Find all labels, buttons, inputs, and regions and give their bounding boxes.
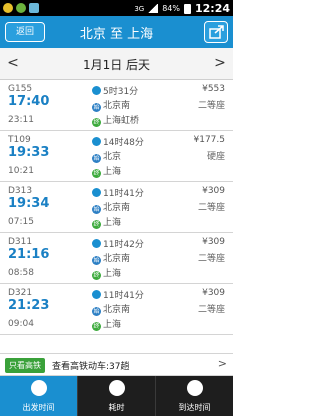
- departure-station-icon: 始: [92, 307, 101, 316]
- train-row[interactable]: T109 19:33 10:21 14时48分 始北京 终上海 ¥177.5 硬…: [0, 131, 233, 182]
- arrive-time: 23:11: [8, 115, 34, 125]
- departure-station-icon: 始: [92, 154, 101, 163]
- status-bar: 3G 84% 12:24: [0, 0, 233, 16]
- arrive-icon: [186, 380, 203, 396]
- high-speed-filter-bar[interactable]: 只看高铁 查看高铁动车:37趟 >: [0, 353, 233, 376]
- arrival-station-icon: 终: [92, 322, 101, 331]
- arrive-time: 10:21: [8, 166, 34, 176]
- high-speed-count: 查看高铁动车:37趟: [52, 362, 130, 372]
- duration: 14时48分: [103, 138, 144, 148]
- tab-duration[interactable]: 耗时: [78, 376, 156, 416]
- train-row[interactable]: D313 19:34 07:15 11时41分 始北京南 终上海 ¥309 二等…: [0, 182, 233, 233]
- from-station: 北京南: [103, 203, 131, 213]
- next-day-button[interactable]: >: [213, 55, 227, 71]
- depart-time: 19:33: [8, 145, 50, 160]
- seat-class: 硬座: [206, 152, 225, 162]
- to-station: 上海: [103, 320, 122, 330]
- duration: 5时31分: [103, 87, 139, 97]
- departure-station-icon: 始: [92, 103, 101, 112]
- arrive-time: 08:58: [8, 268, 34, 278]
- price: ¥553: [202, 84, 225, 94]
- depart-icon: [30, 380, 47, 396]
- duration: 11时41分: [103, 189, 144, 199]
- battery-icon: [183, 3, 191, 14]
- date-bar: < 1月1日 后天 >: [0, 48, 233, 80]
- train-row[interactable]: G155 17:40 23:11 5时31分 始北京南 终上海虹桥 ¥553 二…: [0, 80, 233, 131]
- departure-station-icon: 始: [92, 256, 101, 265]
- app-notification-icon: [16, 3, 26, 13]
- depart-time: 21:16: [8, 247, 50, 262]
- chevron-right-icon: >: [217, 357, 227, 370]
- clock: 12:24: [194, 2, 230, 15]
- from-station: 北京南: [103, 101, 131, 111]
- from-station: 北京南: [103, 305, 131, 315]
- train-number: T109: [8, 135, 31, 145]
- train-list: G155 17:40 23:11 5时31分 始北京南 终上海虹桥 ¥553 二…: [0, 80, 233, 335]
- train-number: D313: [8, 186, 33, 196]
- battery-percent: 84%: [162, 4, 180, 13]
- duration: 11时41分: [103, 291, 144, 301]
- to-station: 上海: [103, 269, 122, 279]
- arrive-time: 07:15: [8, 217, 34, 227]
- duration-icon: [108, 380, 125, 396]
- train-number: D311: [8, 237, 33, 247]
- to-station: 上海: [103, 218, 122, 228]
- depart-time: 19:34: [8, 196, 50, 211]
- to-station: 上海虹桥: [103, 116, 140, 126]
- app-header: 返回 北京 至 上海: [0, 16, 233, 48]
- clock-icon: [92, 86, 101, 95]
- train-row[interactable]: D321 21:23 09:04 11时41分 始北京南 终上海 ¥309 二等…: [0, 284, 233, 335]
- seat-class: 二等座: [197, 254, 225, 264]
- tab-arrive-time[interactable]: 到达时间: [156, 376, 233, 416]
- price: ¥177.5: [193, 135, 226, 145]
- tab-label: 耗时: [108, 403, 125, 412]
- clock-icon: [92, 290, 101, 299]
- to-station: 上海: [103, 167, 122, 177]
- departure-station-icon: 始: [92, 205, 101, 214]
- seat-class: 二等座: [197, 101, 225, 111]
- sort-tab-bar: 出发时间 耗时 到达时间: [0, 376, 233, 416]
- share-button[interactable]: [204, 21, 228, 43]
- arrival-station-icon: 终: [92, 169, 101, 178]
- arrival-station-icon: 终: [92, 271, 101, 280]
- arrival-station-icon: 终: [92, 220, 101, 229]
- signal-icon: [148, 4, 159, 13]
- tab-label: 到达时间: [178, 403, 211, 412]
- duration: 11时42分: [103, 240, 144, 250]
- train-number: G155: [8, 84, 33, 94]
- train-row[interactable]: D311 21:16 08:58 11时42分 始北京南 终上海 ¥309 二等…: [0, 233, 233, 284]
- tab-depart-time[interactable]: 出发时间: [0, 376, 78, 416]
- from-station: 北京: [103, 152, 122, 162]
- from-station: 北京南: [103, 254, 131, 264]
- depart-time: 17:40: [8, 94, 50, 109]
- price: ¥309: [202, 186, 225, 196]
- arrival-station-icon: 终: [92, 118, 101, 127]
- seat-class: 二等座: [197, 203, 225, 213]
- notification-icon: [3, 3, 13, 13]
- depart-time: 21:23: [8, 298, 50, 313]
- seat-class: 二等座: [197, 305, 225, 315]
- train-number: D321: [8, 288, 33, 298]
- clock-icon: [92, 137, 101, 146]
- arrive-time: 09:04: [8, 319, 34, 329]
- clock-icon: [92, 239, 101, 248]
- tab-label: 出发时间: [22, 403, 55, 412]
- price: ¥309: [202, 237, 225, 247]
- page-title: 北京 至 上海: [79, 27, 154, 42]
- clock-icon: [92, 188, 101, 197]
- message-icon: [29, 3, 39, 13]
- network-type: 3G: [134, 4, 145, 13]
- selected-date[interactable]: 1月1日 后天: [0, 56, 233, 73]
- high-speed-only-toggle[interactable]: 只看高铁: [5, 358, 45, 373]
- price: ¥309: [202, 288, 225, 298]
- share-icon: [209, 25, 224, 39]
